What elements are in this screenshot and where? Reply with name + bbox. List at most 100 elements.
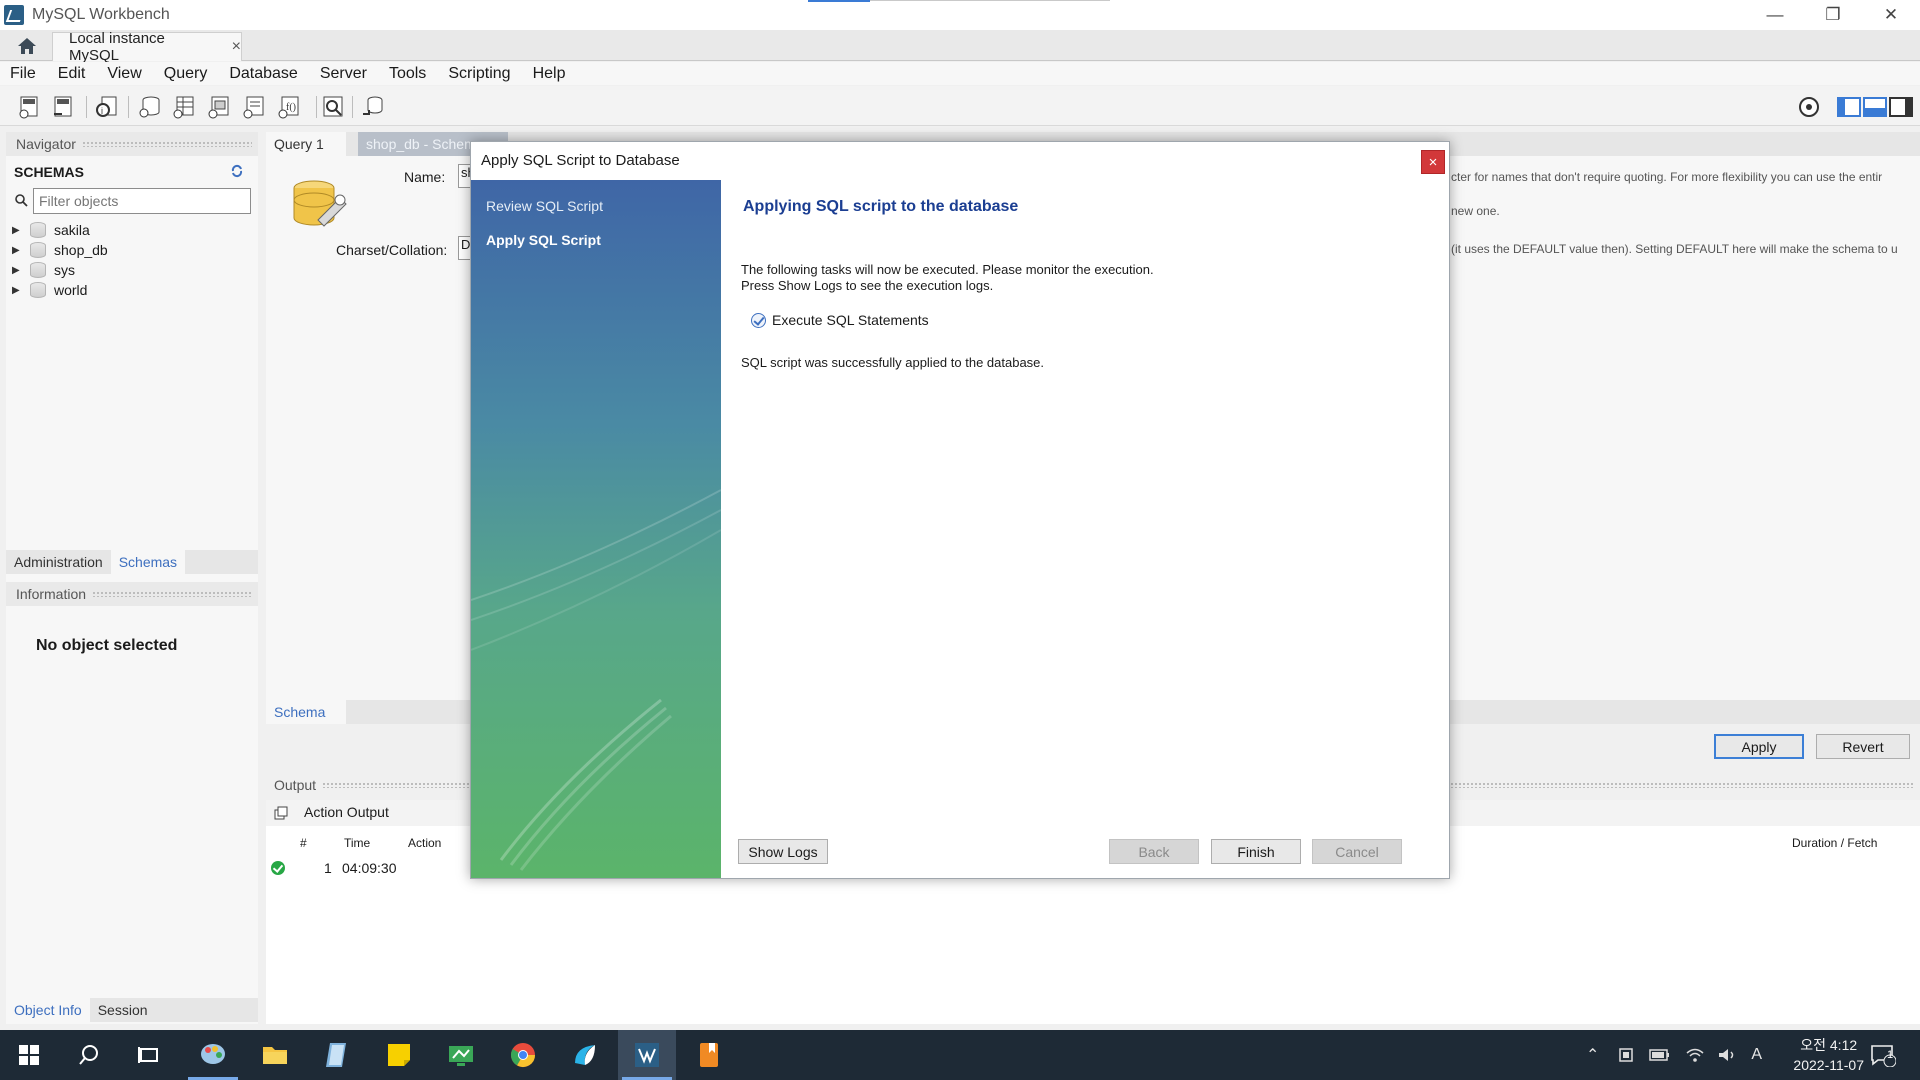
revert-button[interactable]: Revert — [1816, 734, 1910, 759]
schema-item-sys[interactable]: ▶ sys — [12, 260, 252, 280]
col-action: Action — [408, 836, 442, 850]
paint-app-icon — [201, 1044, 225, 1064]
wifi-icon[interactable] — [1685, 1047, 1705, 1063]
expand-arrow-icon[interactable]: ▶ — [12, 285, 26, 296]
clock-date: 2022-11-07 — [1793, 1057, 1864, 1073]
tab-administration[interactable]: Administration — [6, 550, 111, 574]
close-window-button[interactable]: ✕ — [1862, 0, 1920, 30]
home-tab[interactable] — [8, 32, 46, 60]
menu-scripting[interactable]: Scripting — [448, 65, 510, 83]
preferences-icon[interactable] — [1796, 94, 1822, 120]
menu-tools[interactable]: Tools — [389, 65, 426, 83]
toolbar-separator — [128, 96, 129, 118]
filter-objects-input[interactable] — [33, 188, 251, 214]
minimize-button[interactable]: — — [1746, 0, 1804, 30]
menu-database[interactable]: Database — [229, 65, 298, 83]
tab-query-1[interactable]: Query 1 — [266, 132, 346, 156]
menu-help[interactable]: Help — [533, 65, 566, 83]
taskbar-app-file-explorer[interactable] — [246, 1030, 304, 1080]
wizard-steps-panel: Review SQL Script Apply SQL Script — [471, 180, 721, 878]
title-accent-line — [808, 0, 870, 2]
rename-help-text: new one. — [1451, 204, 1500, 218]
tab-schemas[interactable]: Schemas — [110, 550, 186, 574]
toolbar-separator — [86, 96, 87, 118]
show-logs-button[interactable]: Show Logs — [738, 839, 828, 864]
refresh-icon[interactable] — [230, 164, 244, 178]
folder-icon — [263, 1047, 287, 1064]
task-view-button[interactable] — [120, 1030, 178, 1080]
create-procedure-icon[interactable] — [241, 94, 267, 120]
header-dots — [81, 141, 252, 147]
finish-button[interactable]: Finish — [1211, 839, 1301, 864]
taskbar-app-mysql-workbench[interactable] — [618, 1030, 676, 1080]
dialog-description-line1: The following tasks will now be executed… — [741, 262, 1154, 277]
tab-schema[interactable]: Schema — [266, 700, 346, 724]
schema-item-sakila[interactable]: ▶ sakila — [12, 220, 252, 240]
create-table-icon[interactable] — [171, 94, 197, 120]
create-schema-icon[interactable] — [136, 94, 162, 120]
database-icon — [30, 222, 46, 238]
search-icon — [79, 1045, 98, 1065]
schema-name: sakila — [54, 222, 90, 238]
taskbar-app-sticky-notes[interactable] — [370, 1030, 428, 1080]
taskbar-clock[interactable]: 오전 4:12 2022-11-07 — [1793, 1035, 1864, 1075]
main-toolbar: i f() — [0, 86, 1920, 126]
restore-button[interactable]: ❐ — [1804, 0, 1862, 30]
taskbar-search-button[interactable] — [60, 1030, 118, 1080]
schema-item-shop-db[interactable]: ▶ shop_db — [12, 240, 252, 260]
taskbar-app-paint[interactable] — [184, 1030, 242, 1080]
create-function-icon[interactable]: f() — [276, 94, 302, 120]
schema-item-world[interactable]: ▶ world — [12, 280, 252, 300]
step-review-sql-script: Review SQL Script — [486, 198, 603, 214]
taskbar-app-orange[interactable] — [680, 1030, 738, 1080]
connection-tab[interactable]: Local instance MySQL × — [52, 30, 242, 64]
title-bar: MySQL Workbench — ❐ ✕ — [0, 0, 1920, 30]
menu-file[interactable]: File — [10, 65, 36, 83]
taskbar-app-remote[interactable] — [432, 1030, 490, 1080]
show-hidden-icons-chevron-icon[interactable]: ⌃ — [1586, 1045, 1599, 1065]
menu-bar: File Edit View Query Database Server Too… — [0, 62, 1920, 85]
menu-edit[interactable]: Edit — [58, 65, 86, 83]
svg-text:f(): f() — [286, 102, 296, 113]
search-table-data-icon[interactable] — [320, 94, 346, 120]
dialog-close-button[interactable]: × — [1421, 150, 1445, 174]
panel-layout-toggle-icons[interactable] — [1836, 94, 1914, 120]
reconnect-icon[interactable] — [360, 94, 386, 120]
copy-icon[interactable] — [274, 806, 288, 820]
navigator-title: Navigator — [16, 136, 76, 152]
menu-server[interactable]: Server — [320, 65, 367, 83]
menu-view[interactable]: View — [107, 65, 141, 83]
create-view-icon[interactable] — [206, 94, 232, 120]
output-type-select[interactable]: Action Output — [304, 804, 389, 820]
taskbar-app-notepad[interactable] — [308, 1030, 366, 1080]
dialog-heading: Applying SQL script to the database — [743, 198, 1019, 215]
expand-arrow-icon[interactable]: ▶ — [12, 245, 26, 256]
volume-icon[interactable] — [1717, 1047, 1737, 1063]
connection-tab-label: Local instance MySQL — [69, 30, 165, 64]
tab-session[interactable]: Session — [90, 998, 156, 1022]
apply-button[interactable]: Apply — [1714, 734, 1804, 759]
expand-arrow-icon[interactable]: ▶ — [12, 225, 26, 236]
clock-time: 오전 4:12 — [1800, 1037, 1858, 1053]
window-title: MySQL Workbench — [32, 6, 170, 23]
new-sql-tab-icon[interactable] — [16, 94, 42, 120]
col-number: # — [300, 836, 307, 850]
start-button[interactable] — [0, 1030, 58, 1080]
cancel-button[interactable]: Cancel — [1312, 839, 1402, 864]
toolbar-separator — [352, 96, 353, 118]
back-button[interactable]: Back — [1109, 839, 1199, 864]
device-icon[interactable] — [1617, 1046, 1635, 1064]
inspector-icon[interactable]: i — [94, 94, 120, 120]
mysql-workbench-icon — [4, 5, 24, 25]
notification-center[interactable]: 1 — [1870, 1030, 1896, 1080]
close-tab-icon[interactable]: × — [232, 38, 241, 56]
battery-icon[interactable] — [1649, 1048, 1671, 1062]
taskbar-app-chrome[interactable] — [494, 1030, 552, 1080]
title-divider-line — [870, 0, 1110, 1]
menu-query[interactable]: Query — [164, 65, 208, 83]
tab-object-info[interactable]: Object Info — [6, 998, 90, 1022]
expand-arrow-icon[interactable]: ▶ — [12, 265, 26, 276]
ime-indicator[interactable]: A — [1751, 1046, 1762, 1064]
taskbar-app-vscode[interactable] — [556, 1030, 614, 1080]
open-sql-script-icon[interactable] — [50, 94, 76, 120]
